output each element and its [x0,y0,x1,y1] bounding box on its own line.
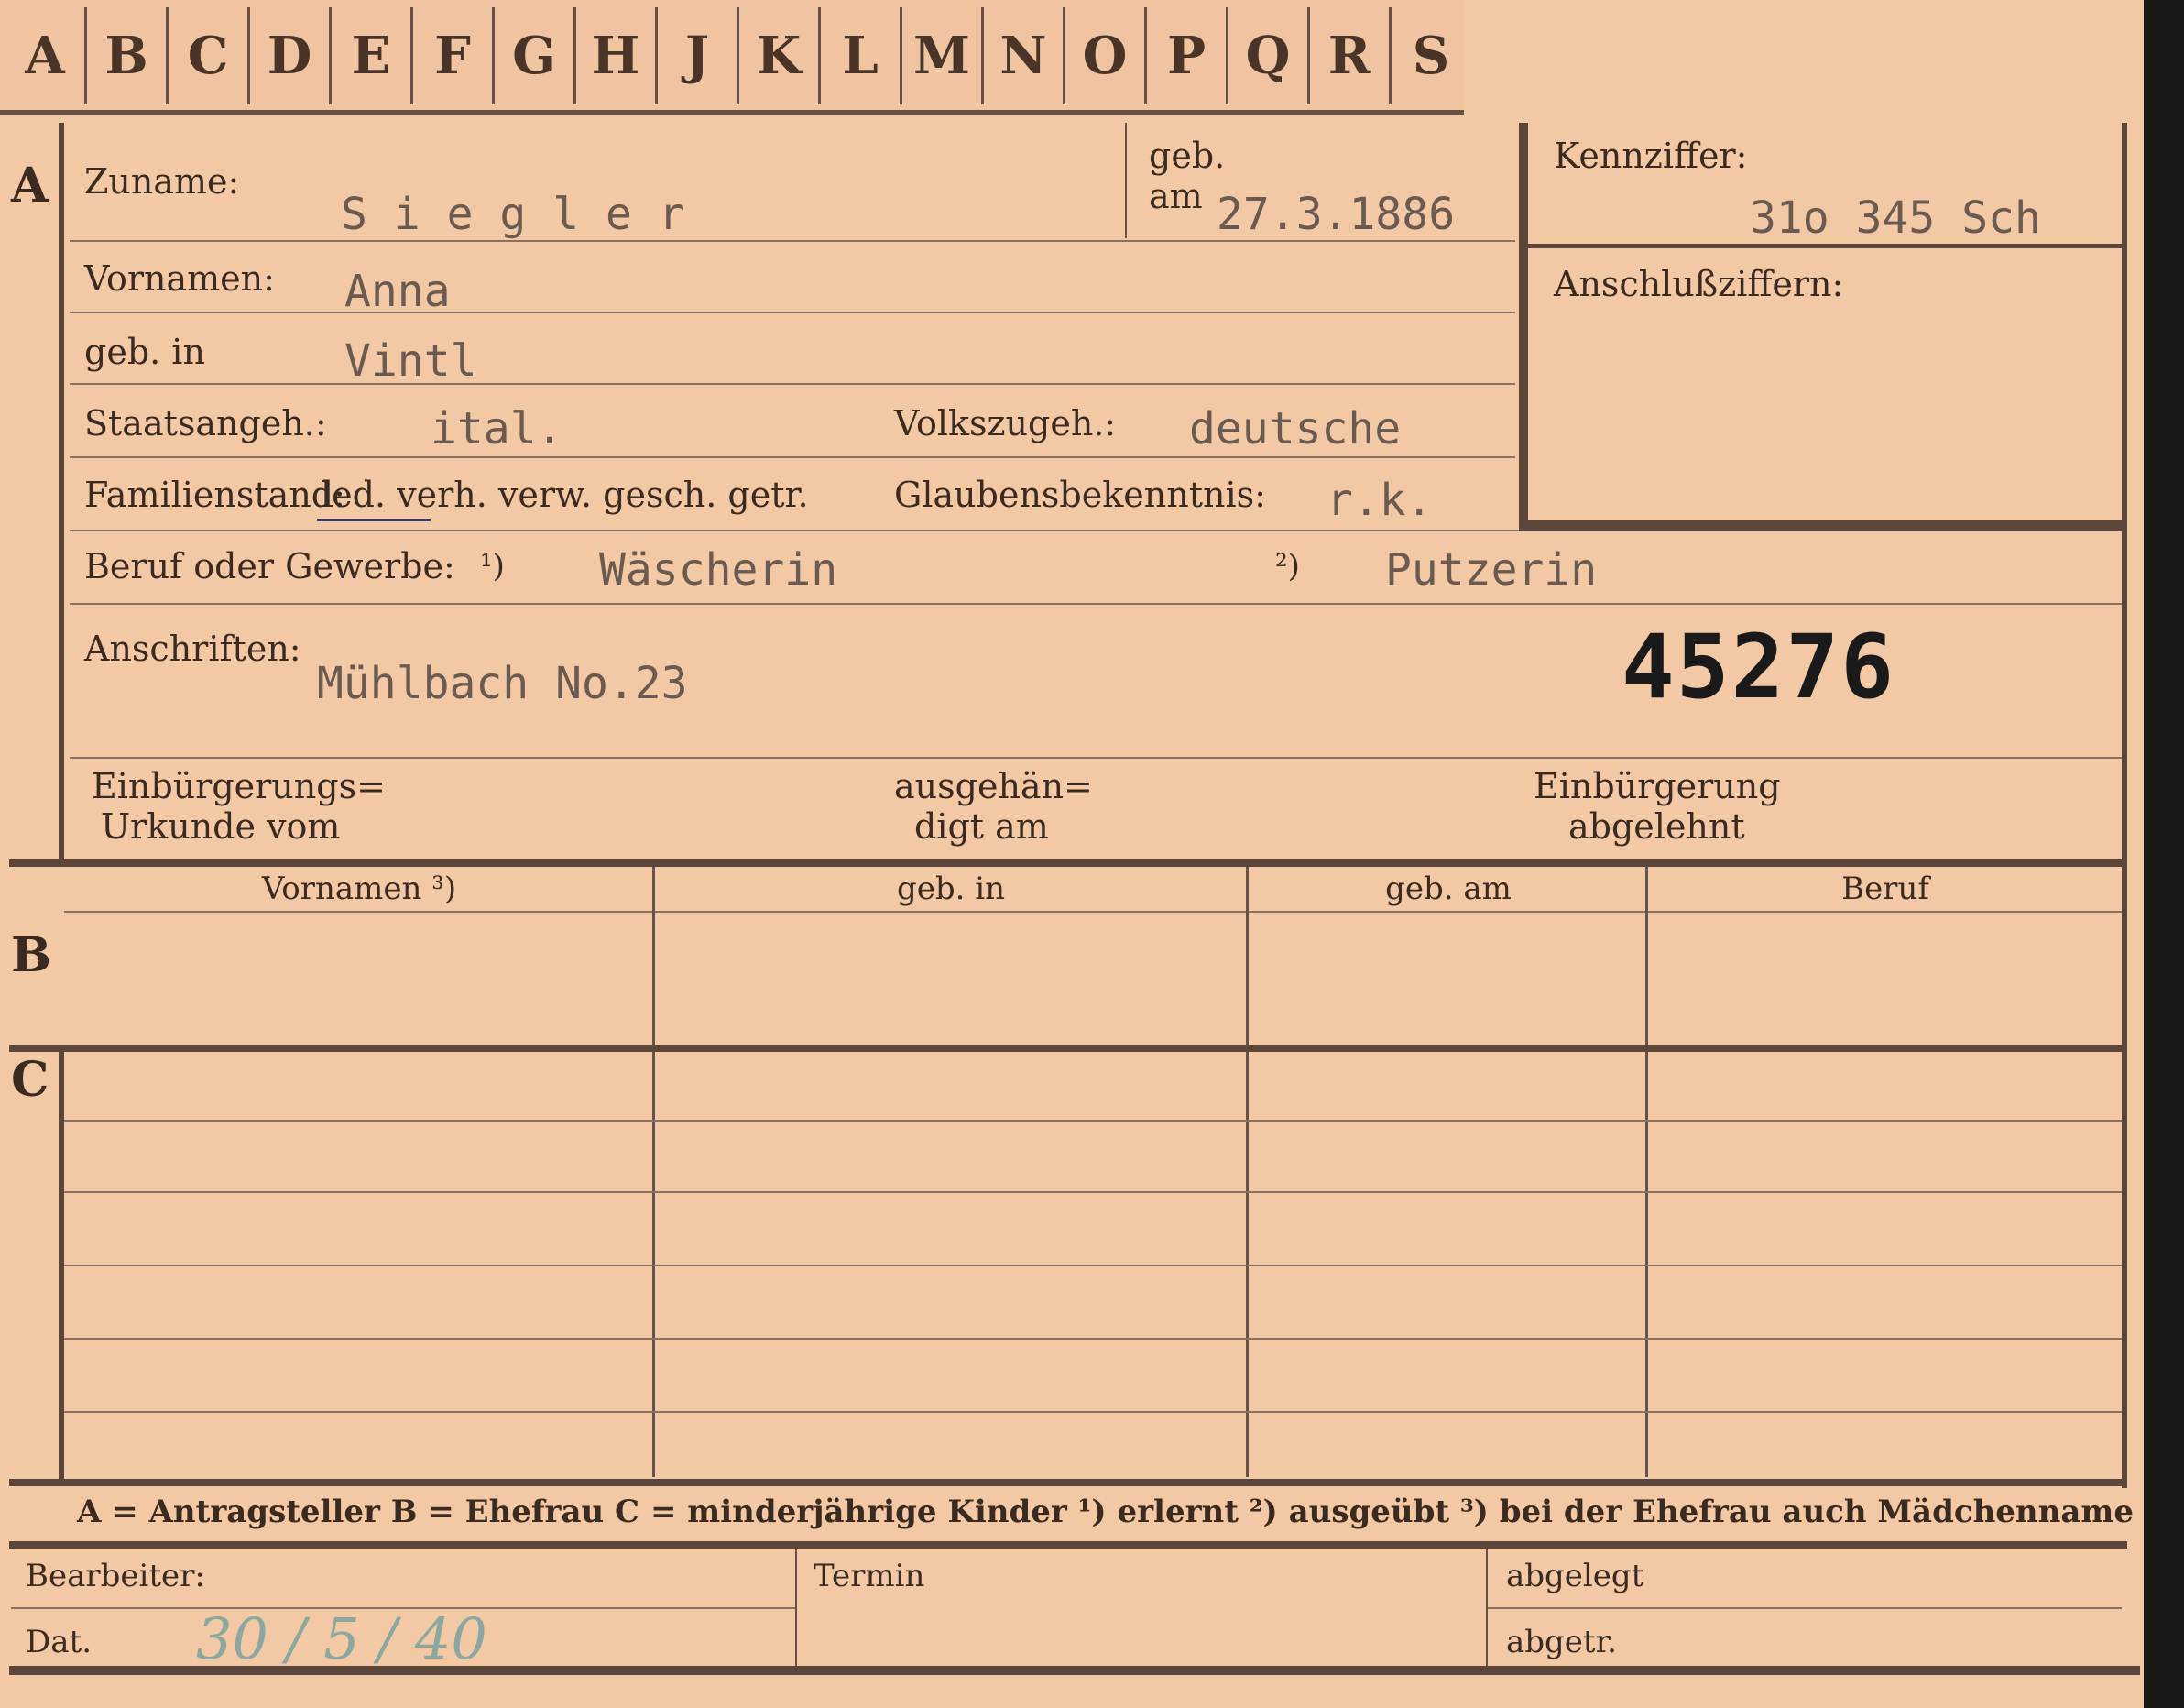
address-label: Anschriften: [84,629,301,669]
tab-c[interactable]: C [169,7,250,104]
registration-card: A B C D E F G H J K L M N O P Q R S A Zu… [0,0,2144,1708]
bearbeiter-label: Bearbeiter: [26,1558,205,1594]
col-divider-1 [652,867,655,1477]
col-header-occupation: Beruf [1841,870,1929,907]
rule-citizenship [70,456,1515,458]
dat-label: Dat. [26,1624,93,1660]
citizenship-value[interactable]: ital. [431,403,563,454]
tab-s[interactable]: S [1392,7,1470,104]
ethnicity-label: Volkszugeh.: [894,403,1117,443]
kennziffer-label: Kennziffer: [1554,136,1748,176]
religion-label: Glaubensbekenntnis: [894,475,1266,515]
marital-label: Familienstand: [84,475,345,515]
rule-birthplace [70,383,1515,385]
abgetr-label: abgetr. [1506,1624,1617,1660]
tab-n[interactable]: N [984,7,1065,104]
rule-c-2 [64,1191,2122,1193]
frame-left-a [59,123,64,861]
rule-section-b-top [9,859,2127,867]
rule-section-c-top [9,1045,2127,1052]
tab-m[interactable]: M [902,7,984,104]
kennziffer-divider [1528,244,2122,248]
legend: A = Antragsteller B = Ehefrau C = minder… [77,1494,2134,1530]
surname-value[interactable]: S i e g l e r [341,189,685,240]
footer-divider-1 [795,1549,797,1666]
occupation-label: Beruf oder Gewerbe: [84,546,455,586]
tab-q[interactable]: Q [1228,7,1310,104]
tab-f[interactable]: F [413,7,495,104]
tab-j[interactable]: J [658,7,739,104]
occupation-note-1: ¹) [480,548,505,585]
abgelegt-label: abgelegt [1506,1558,1644,1594]
refused-label-2: abgelehnt [1568,806,1745,847]
firstnames-label: Vornamen: [84,258,275,299]
rule-c-4 [64,1338,2122,1340]
occupation-value-2[interactable]: Putzerin [1385,544,1597,596]
occupation-note-2: ²) [1275,548,1300,585]
rule-c-5 [64,1411,2122,1413]
tab-k[interactable]: K [739,7,821,104]
rule-footer-bottom [9,1666,2140,1675]
kennziffer-box-bottom [1519,520,2122,531]
birthplace-label: geb. in [84,332,205,372]
termin-label: Termin [814,1558,925,1594]
rule-abgelegt [1488,1607,2122,1609]
tab-l[interactable]: L [821,7,902,104]
firstnames-value[interactable]: Anna [344,266,451,317]
tab-b[interactable]: B [87,7,169,104]
tab-g[interactable]: G [495,7,576,104]
rule-address [70,757,2122,759]
kennziffer-value[interactable]: 31o 345 Sch [1750,192,2041,244]
surname-label: Zuname: [84,161,240,202]
rule-surname [70,240,1515,242]
rule-c-1 [64,1120,2122,1122]
section-b-marker: B [11,927,51,983]
col-divider-3 [1645,867,1648,1477]
handed-label-2: digt am [914,806,1049,847]
natur-label-2: Urkunde vom [101,806,341,847]
section-c-marker: C [11,1052,49,1108]
col-header-birthdate: geb. am [1385,870,1512,907]
col-header-firstnames: Vornamen ³) [261,870,457,907]
birthdate-divider [1125,123,1127,238]
tab-a[interactable]: A [5,7,87,104]
refused-label-1: Einbürgerung [1534,766,1781,806]
marital-options[interactable]: led. verh. verw. gesch. getr. [321,475,809,515]
kennziffer-box-left [1519,123,1528,531]
rule-col-headers [64,911,2122,913]
rule-marital [70,530,1519,531]
address-value[interactable]: Mühlbach No.23 [317,658,688,709]
tab-r[interactable]: R [1310,7,1392,104]
stamp-number: 45276 [1622,616,1895,718]
rule-legend-bottom [9,1541,2127,1549]
rule-c-3 [64,1265,2122,1266]
birthdate-label-2: am [1149,176,1203,216]
ethnicity-value[interactable]: deutsche [1189,403,1401,454]
tab-h[interactable]: H [576,7,658,104]
rule-legend-top [9,1479,2127,1486]
tab-p[interactable]: P [1147,7,1228,104]
section-a-marker: A [11,158,49,214]
birthdate-label-1: geb. [1149,136,1226,176]
birthplace-value[interactable]: Vintl [344,335,477,387]
occupation-value-1[interactable]: Wäscherin [599,544,837,596]
tab-d[interactable]: D [250,7,332,104]
religion-value[interactable]: r.k. [1327,475,1433,526]
rule-occupation [70,603,2122,605]
tab-o[interactable]: O [1065,7,1147,104]
rule-firstnames [70,312,1515,313]
citizenship-label: Staatsangeh.: [84,403,327,443]
col-divider-2 [1246,867,1249,1477]
dat-value[interactable]: 30 / 5 / 40 [196,1605,487,1672]
natur-label-1: Einbürgerungs= [92,766,386,806]
anschluss-label: Anschlußziffern: [1554,264,1844,304]
birthdate-value[interactable]: 27.3.1886 [1217,189,1455,240]
tab-e[interactable]: E [332,7,413,104]
col-header-birthplace: geb. in [896,870,1006,907]
frame-right [2122,123,2127,1488]
marital-underline [317,519,431,521]
handed-label-1: ausgehän= [894,766,1093,806]
alphabet-tab-strip: A B C D E F G H J K L M N O P Q R S [0,0,1464,115]
